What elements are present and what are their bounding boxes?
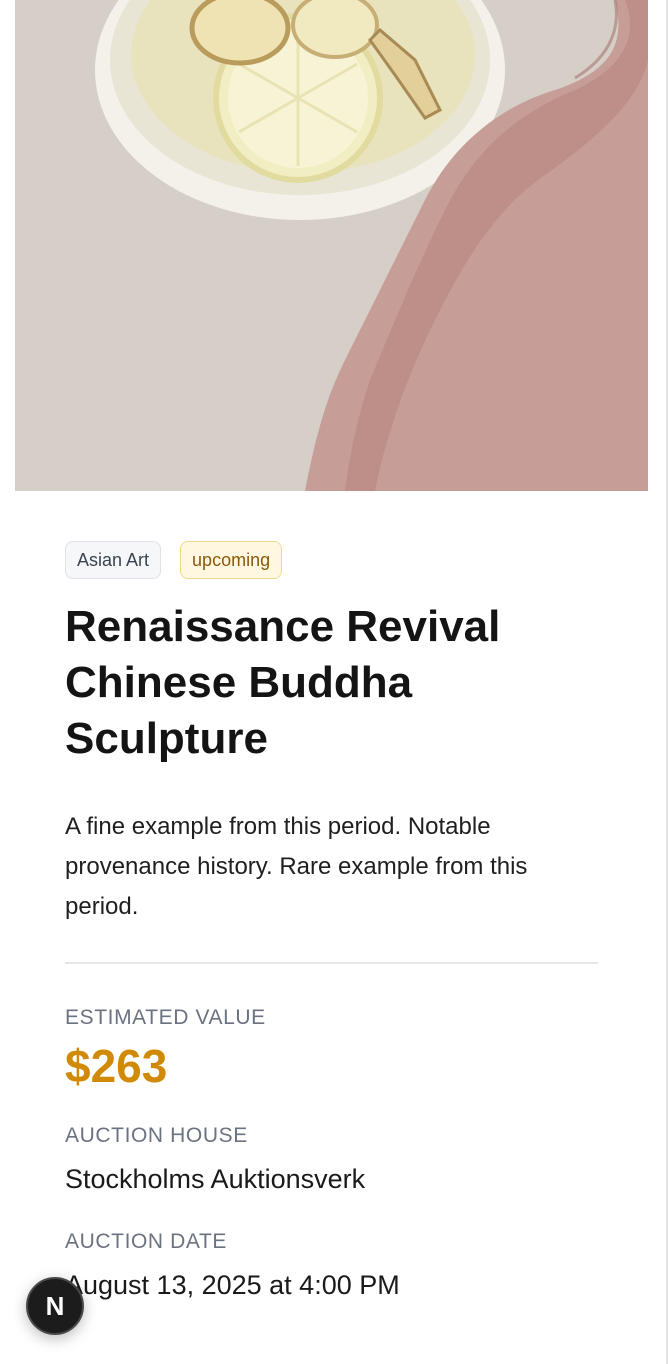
status-badge: upcoming	[180, 541, 283, 579]
estimated-value: $263	[65, 1040, 168, 1092]
item-card: Asian Art upcoming Renaissance Revival C…	[15, 0, 648, 1364]
tag-row: Asian Art upcoming	[65, 541, 598, 579]
hero-photo-illustration	[15, 0, 648, 491]
category-tag[interactable]: Asian Art	[65, 541, 162, 579]
estimated-value-label: ESTIMATED VALUE	[65, 1006, 266, 1029]
auction-date-label: AUCTION DATE	[65, 1230, 227, 1253]
nextjs-dev-badge[interactable]: N	[26, 1277, 84, 1335]
auction-house-value: Stockholms Auktionsverk	[65, 1164, 366, 1194]
auction-house-label: AUCTION HOUSE	[65, 1124, 248, 1147]
item-description: A fine example from this period. Notable…	[65, 813, 528, 920]
hero-image	[15, 0, 648, 491]
nextjs-logo-icon: N	[45, 1290, 65, 1321]
item-title: Renaissance Revival Chinese Buddha Sculp…	[65, 602, 501, 763]
section-divider	[65, 962, 598, 964]
auction-date-value: August 13, 2025 at 4:00 PM	[65, 1270, 400, 1300]
item-details: Asian Art upcoming Renaissance Revival C…	[65, 541, 598, 1300]
